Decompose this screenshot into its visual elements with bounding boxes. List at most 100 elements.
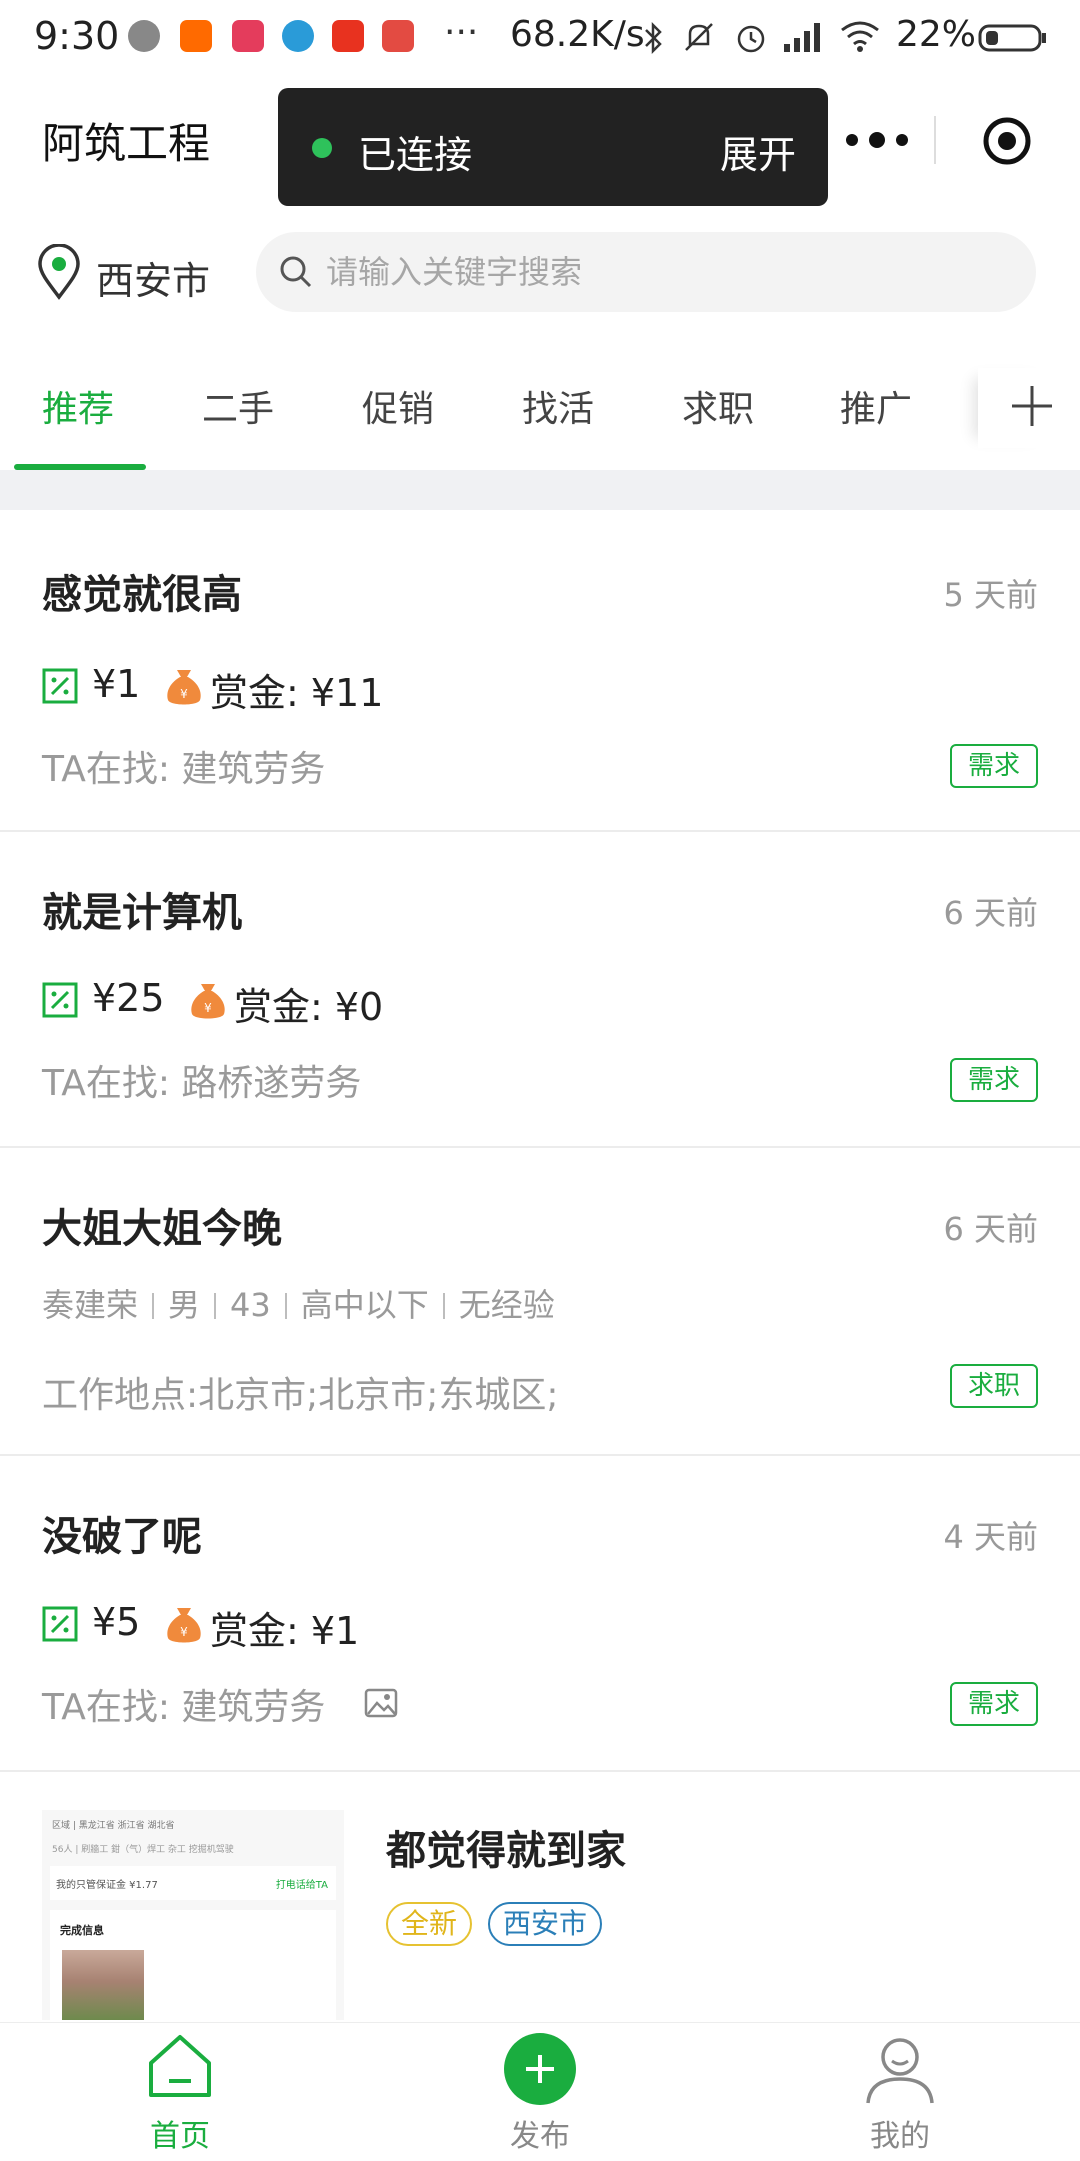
post-title: 大姐大姐今晚 <box>42 1206 282 1252</box>
condition-tag: 全新 <box>386 1902 472 1946</box>
battery-percent: 22% <box>896 14 977 55</box>
post-title: 感觉就很高 <box>42 572 242 618</box>
more-notifications-icon: ··· <box>444 12 479 53</box>
taobao-icon <box>180 20 212 52</box>
price-value: ¥1 <box>92 662 141 706</box>
mini-program-capsule <box>820 100 1060 180</box>
search-icon <box>280 256 312 288</box>
tab-recommend[interactable]: 推荐 <box>42 380 114 432</box>
nav-home[interactable]: 首页 <box>0 2023 360 2161</box>
svg-text:¥: ¥ <box>180 687 188 701</box>
price-value: ¥5 <box>92 1600 141 1644</box>
profile-icon <box>866 2038 934 2104</box>
tab-secondhand[interactable]: 二手 <box>202 380 274 432</box>
add-tab-button[interactable] <box>978 368 1058 448</box>
location-pin-icon <box>38 244 80 300</box>
price-tag-icon <box>42 668 78 704</box>
battery-icon <box>978 24 1046 52</box>
toast-status: 已连接 <box>358 133 473 177</box>
connection-toast: 已连接 展开 <box>278 88 828 206</box>
app-header: 阿筑工程 已连接 展开 <box>0 80 1080 206</box>
plus-icon <box>1012 386 1052 426</box>
browser-icon <box>282 20 314 52</box>
nav-home-label: 首页 <box>150 2119 210 2154</box>
seeking-text: TA在找: 路桥遂劳务 <box>42 1063 362 1104</box>
seeking-text: TA在找: 建筑劳务 <box>42 749 326 790</box>
tab-advertise[interactable]: 推广 <box>840 380 912 432</box>
target-close-icon <box>983 117 1031 165</box>
mute-icon <box>685 23 713 51</box>
post-time: 4 天前 <box>943 1518 1038 1556</box>
seeking-text: TA在找: 建筑劳务 <box>42 1687 326 1728</box>
news-icon <box>382 20 414 52</box>
applicant-gender: 男 <box>168 1286 201 1324</box>
wifi-icon <box>841 21 879 52</box>
status-time: 9:30 <box>34 14 120 58</box>
svg-text:¥: ¥ <box>204 1001 212 1015</box>
youku-icon <box>232 20 264 52</box>
applicant-age: 43 <box>230 1286 271 1324</box>
thumb-text: 56人 | 刷牆工 鉗（气）焊工 杂工 挖掘机驾驶 <box>52 1845 234 1855</box>
section-divider <box>0 470 1080 510</box>
post-card[interactable]: 就是计算机 6 天前 ¥25 ¥ 赏金: ¥0 TA在找: 路桥遂劳务 需求 <box>0 832 1080 1148</box>
applicant-name: 奏建荣 <box>42 1286 139 1324</box>
nav-profile-label: 我的 <box>870 2119 930 2154</box>
thumb-text: 完成信息 <box>60 1924 104 1937</box>
search-input[interactable] <box>326 232 1006 312</box>
status-bar: 9:30 ··· 68.2K/s 22% <box>0 0 1080 80</box>
price-value: ¥25 <box>92 976 165 1020</box>
nav-publish-label: 发布 <box>510 2119 570 2154</box>
post-card[interactable]: 没破了呢 4 天前 ¥5 ¥ 赏金: ¥1 TA在找: 建筑劳务 需求 <box>0 1456 1080 1772</box>
image-icon <box>364 1688 398 1718</box>
signal-icon <box>784 23 820 52</box>
work-location: 工作地点:北京市;北京市;东城区; <box>42 1375 559 1416</box>
bounty-value: 赏金: ¥1 <box>210 1609 360 1653</box>
more-dots-icon <box>846 132 908 148</box>
post-title: 都觉得就到家 <box>386 1828 626 1874</box>
nav-profile[interactable]: 我的 <box>720 2023 1080 2161</box>
city-tag: 西安市 <box>488 1902 602 1946</box>
connected-dot-icon <box>312 138 332 158</box>
money-bag-icon: ¥ <box>167 670 201 705</box>
post-thumbnail[interactable]: 区域 | 黑龙江省 浙江省 湖北省 56人 | 刷牆工 鉗（气）焊工 杂工 挖掘… <box>42 1810 344 2020</box>
capsule-divider <box>934 116 936 164</box>
job-seeking-tag: 求职 <box>950 1364 1038 1408</box>
nav-publish[interactable]: 发布 <box>360 2023 720 2161</box>
more-button[interactable] <box>820 100 930 180</box>
bounty-value: 赏金: ¥11 <box>210 671 384 715</box>
post-card[interactable]: 感觉就很高 5 天前 ¥1 ¥ 赏金: ¥11 TA在找: 建筑劳务 需求 <box>0 510 1080 832</box>
tab-job-seeking[interactable]: 求职 <box>682 380 754 432</box>
post-time: 6 天前 <box>943 1210 1038 1248</box>
close-mini-program-button[interactable] <box>950 100 1060 180</box>
applicant-meta: 奏建荣男 43 高中以下 无经验 <box>42 1280 555 1326</box>
toast-expand-button[interactable]: 展开 <box>720 124 796 179</box>
thumb-text: 我的只管保证金 ¥1.77 <box>56 1880 158 1891</box>
applicant-education: 高中以下 <box>300 1286 429 1324</box>
tab-promotion[interactable]: 促销 <box>362 380 434 432</box>
price-tag-icon <box>42 1606 78 1642</box>
applicant-experience: 无经验 <box>458 1286 555 1324</box>
category-tabs: 推荐 二手 促销 找活 求职 推广 <box>0 340 1080 470</box>
post-title: 就是计算机 <box>42 890 242 936</box>
demand-tag: 需求 <box>950 1682 1038 1726</box>
game-icon <box>332 20 364 52</box>
svg-text:¥: ¥ <box>180 1625 188 1639</box>
post-title: 没破了呢 <box>42 1514 202 1560</box>
price-tag-icon <box>42 982 78 1018</box>
thumb-text: 区域 | 黑龙江省 浙江省 湖北省 <box>52 1821 175 1831</box>
bottom-navigation: 首页 发布 我的 <box>0 2022 1080 2160</box>
demand-tag: 需求 <box>950 1058 1038 1102</box>
money-bag-icon: ¥ <box>167 1608 201 1643</box>
bluetooth-icon <box>645 21 662 55</box>
search-bar[interactable] <box>256 232 1036 312</box>
tab-find-work[interactable]: 找活 <box>522 380 594 432</box>
thumb-photo <box>62 1950 144 2020</box>
add-icon <box>504 2033 576 2105</box>
wechat-icon <box>128 20 160 52</box>
bounty-value: 赏金: ¥0 <box>234 985 384 1029</box>
post-card[interactable]: 大姐大姐今晚 6 天前 奏建荣男 43 高中以下 无经验 工作地点:北京市;北京市;东… <box>0 1148 1080 1456</box>
thumb-text: 打电话给TA <box>275 1880 328 1891</box>
home-icon <box>149 2035 211 2097</box>
money-bag-icon: ¥ <box>191 984 225 1019</box>
post-time: 5 天前 <box>943 576 1038 614</box>
